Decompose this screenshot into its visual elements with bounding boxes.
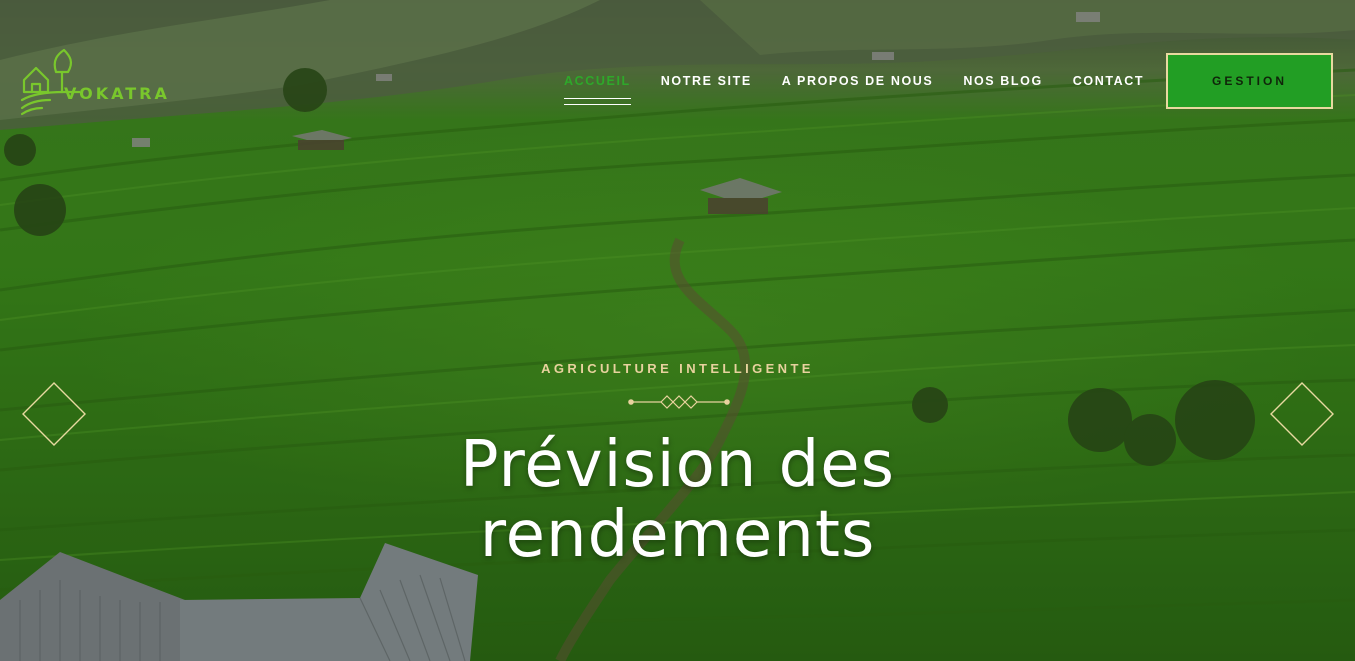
hero-title: Prévision des rendements bbox=[0, 430, 1355, 570]
diamond-divider-icon bbox=[628, 395, 730, 409]
nav-item-a-propos[interactable]: A PROPOS DE NOUS bbox=[782, 72, 934, 90]
hero-banner: VOKATRA ACCUEIL NOTRE SITE A PROPOS DE N… bbox=[0, 0, 1355, 661]
hero-subtitle: AGRICULTURE INTELLIGENTE bbox=[541, 361, 814, 376]
main-nav: ACCUEIL NOTRE SITE A PROPOS DE NOUS NOS … bbox=[564, 72, 1174, 105]
nav-item-nos-blog[interactable]: NOS BLOG bbox=[963, 72, 1042, 90]
brand-logo[interactable]: VOKATRA bbox=[20, 48, 170, 116]
hero-title-line-1: Prévision des bbox=[460, 428, 895, 502]
nav-item-contact[interactable]: CONTACT bbox=[1073, 72, 1144, 90]
farm-house-leaf-icon bbox=[20, 48, 80, 116]
nav-item-accueil[interactable]: ACCUEIL bbox=[564, 72, 631, 105]
brand-name: VOKATRA bbox=[64, 84, 170, 103]
hero-title-line-2: rendements bbox=[479, 498, 876, 572]
gestion-button[interactable]: GESTION bbox=[1166, 53, 1333, 109]
nav-item-notre-site[interactable]: NOTRE SITE bbox=[661, 72, 752, 90]
